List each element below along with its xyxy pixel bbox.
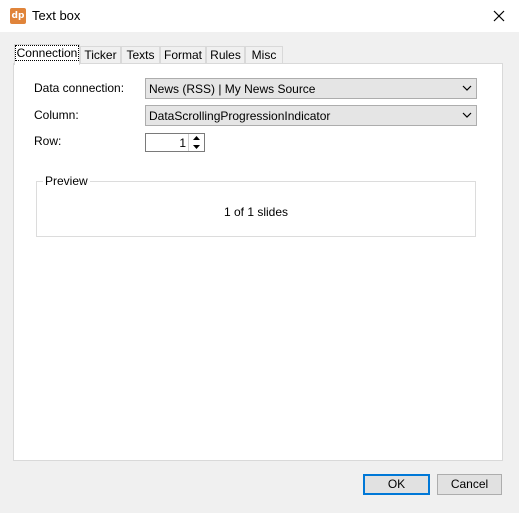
title-bar[interactable]: dp Text box (0, 0, 519, 32)
tab-format[interactable]: Format (160, 46, 206, 64)
chevron-down-icon (462, 112, 472, 118)
row-stepper[interactable]: 1 (145, 133, 205, 152)
chevron-down-icon (462, 85, 472, 91)
tab-texts[interactable]: Texts (121, 46, 160, 64)
tab-connection[interactable]: Connection (14, 44, 80, 65)
arrow-up-icon (193, 136, 200, 140)
app-icon: dp (10, 8, 26, 24)
cancel-button[interactable]: Cancel (437, 474, 502, 495)
column-select[interactable]: DataScrollingProgressionIndicator (145, 105, 477, 126)
stepper-buttons (188, 134, 204, 151)
data-connection-label: Data connection: (34, 81, 125, 95)
connection-panel: Data connection: News (RSS) | My News So… (13, 63, 503, 461)
close-button[interactable] (479, 0, 519, 32)
arrow-down-icon (193, 145, 200, 149)
column-value: DataScrollingProgressionIndicator (149, 109, 331, 123)
ok-button[interactable]: OK (363, 474, 430, 495)
tab-ticker[interactable]: Ticker (80, 46, 121, 64)
row-value: 1 (179, 136, 186, 150)
row-label: Row: (34, 134, 62, 148)
stepper-up-button[interactable] (189, 134, 204, 142)
close-icon (493, 10, 505, 22)
tab-rules[interactable]: Rules (206, 46, 245, 64)
preview-text: 1 of 1 slides (223, 205, 289, 219)
column-label: Column: (34, 108, 79, 122)
data-connection-select[interactable]: News (RSS) | My News Source (145, 78, 477, 99)
preview-title: Preview (43, 174, 90, 188)
text-box-dialog: dp Text box Connection Ticker Texts Form… (0, 0, 519, 513)
tab-misc[interactable]: Misc (245, 46, 283, 64)
stepper-down-button[interactable] (189, 143, 204, 151)
data-connection-value: News (RSS) | My News Source (149, 82, 316, 96)
window-title: Text box (32, 8, 81, 23)
preview-group: Preview 1 of 1 slides (36, 174, 476, 237)
